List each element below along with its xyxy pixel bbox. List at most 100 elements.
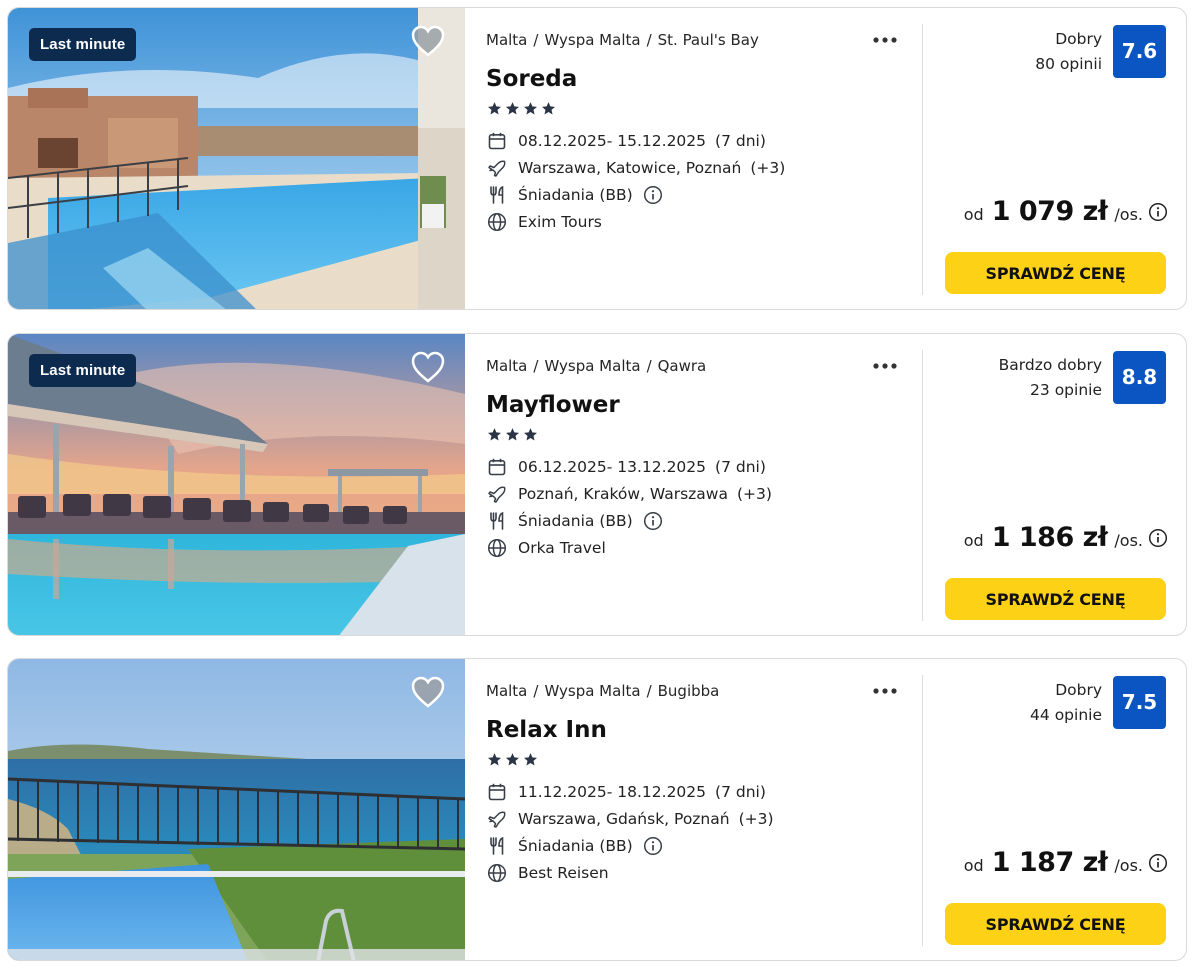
travel-dates: 08.12.2025- 15.12.2025 (7 dni) — [486, 130, 766, 152]
offer-info: Malta / Wyspa Malta / Qawra Mayflower 06… — [465, 334, 923, 635]
breadcrumb-separator: / — [533, 357, 539, 375]
more-departures-link[interactable]: (+3) — [739, 808, 774, 830]
departure-airports: Warszawa, Gdańsk, Poznań (+3) — [486, 808, 774, 830]
more-departures-link[interactable]: (+3) — [737, 483, 772, 505]
review-count[interactable]: 44 opinie — [1030, 703, 1102, 728]
hotel-photo[interactable] — [8, 659, 465, 960]
rating-label: Dobry — [1055, 681, 1102, 699]
operator-name: Best Reisen — [518, 864, 609, 882]
favorite-heart-icon[interactable] — [410, 24, 446, 58]
review-count[interactable]: 80 opinii — [1035, 52, 1102, 77]
hotel-name[interactable]: Mayflower — [486, 389, 620, 421]
price: od 1 187 zł /os. — [964, 847, 1168, 878]
departure-list: Poznań, Kraków, Warszawa — [518, 485, 728, 503]
travel-dates: 11.12.2025- 18.12.2025 (7 dni) — [486, 781, 766, 803]
star-icon — [488, 753, 501, 766]
check-price-button[interactable]: SPRAWDŹ CENĘ — [945, 252, 1166, 294]
calendar-icon — [486, 130, 508, 152]
rating-score: 7.5 — [1113, 676, 1166, 729]
star-icon — [488, 428, 501, 441]
operator-name: Orka Travel — [518, 539, 606, 557]
hotel-name[interactable]: Soreda — [486, 63, 577, 95]
fork-knife-icon — [486, 835, 508, 857]
globe-icon — [486, 537, 508, 559]
offer-info: Malta / Wyspa Malta / St. Paul's Bay Sor… — [465, 8, 923, 309]
breadcrumb-separator: / — [646, 31, 652, 49]
board-type: Śniadania (BB) — [486, 835, 663, 857]
more-departures-link[interactable]: (+3) — [750, 157, 785, 179]
price: od 1 079 zł /os. — [964, 196, 1168, 227]
favorite-heart-icon[interactable] — [410, 675, 446, 709]
price-prefix: od — [963, 856, 984, 875]
offer-card[interactable]: Last minute Malta / Wyspa Malta / St. Pa… — [7, 7, 1187, 310]
location-breadcrumb: Malta / Wyspa Malta / Bugibba — [486, 680, 719, 702]
rating-score: 7.6 — [1113, 25, 1166, 78]
offer-list: Last minute Malta / Wyspa Malta / St. Pa… — [0, 0, 1196, 970]
info-icon[interactable] — [643, 185, 663, 205]
location-breadcrumb: Malta / Wyspa Malta / St. Paul's Bay — [486, 29, 759, 51]
breadcrumb-country[interactable]: Malta — [486, 680, 527, 702]
price-panel: Dobry 80 opinii 7.6 od 1 079 zł /os. SPR… — [923, 8, 1186, 309]
breadcrumb-region[interactable]: Wyspa Malta — [544, 355, 640, 377]
breadcrumb-city[interactable]: Qawra — [658, 355, 707, 377]
board-type: Śniadania (BB) — [486, 510, 663, 532]
more-options-icon[interactable] — [870, 30, 900, 50]
info-icon[interactable] — [643, 836, 663, 856]
check-price-button[interactable]: SPRAWDŹ CENĘ — [945, 578, 1166, 620]
price-info-icon[interactable] — [1148, 853, 1168, 873]
check-price-button[interactable]: SPRAWDŹ CENĘ — [945, 903, 1166, 945]
board-type: Śniadania (BB) — [486, 184, 663, 206]
price-amount: 1 187 zł — [991, 847, 1108, 878]
breadcrumb-country[interactable]: Malta — [486, 355, 527, 377]
breadcrumb-separator: / — [646, 357, 652, 375]
breadcrumb-region[interactable]: Wyspa Malta — [544, 29, 640, 51]
breadcrumb-city[interactable]: St. Paul's Bay — [658, 29, 759, 51]
location-breadcrumb: Malta / Wyspa Malta / Qawra — [486, 355, 706, 377]
offer-card[interactable]: Malta / Wyspa Malta / Bugibba Relax Inn … — [7, 658, 1187, 961]
star-icon — [542, 102, 555, 115]
last-minute-badge: Last minute — [29, 28, 137, 61]
more-options-icon[interactable] — [870, 356, 900, 376]
info-icon[interactable] — [643, 511, 663, 531]
breadcrumb-city[interactable]: Bugibba — [658, 680, 720, 702]
trip-duration: (7 dni) — [715, 783, 766, 801]
star-icon — [524, 753, 537, 766]
plane-icon — [486, 483, 508, 505]
departure-list: Warszawa, Gdańsk, Poznań — [518, 810, 730, 828]
departure-airports: Warszawa, Katowice, Poznań (+3) — [486, 157, 785, 179]
travel-dates: 06.12.2025- 13.12.2025 (7 dni) — [486, 456, 766, 478]
board-label: Śniadania (BB) — [518, 512, 633, 530]
breadcrumb-separator: / — [533, 31, 539, 49]
star-rating — [487, 752, 538, 767]
price-panel: Dobry 44 opinie 7.5 od 1 187 zł /os. SPR… — [923, 659, 1186, 960]
globe-icon — [486, 211, 508, 233]
date-range: 11.12.2025- 18.12.2025 — [518, 783, 707, 801]
offer-card[interactable]: Last minute Malta / Wyspa Malta / Qawra … — [7, 333, 1187, 636]
favorite-heart-icon[interactable] — [410, 350, 446, 384]
price-info-icon[interactable] — [1148, 528, 1168, 548]
board-label: Śniadania (BB) — [518, 186, 633, 204]
price-amount: 1 079 zł — [991, 196, 1108, 227]
star-icon — [488, 102, 501, 115]
price: od 1 186 zł /os. — [964, 522, 1168, 553]
hotel-name[interactable]: Relax Inn — [486, 714, 607, 746]
hotel-photo[interactable]: Last minute — [8, 8, 465, 309]
hotel-photo[interactable]: Last minute — [8, 334, 465, 635]
fork-knife-icon — [486, 184, 508, 206]
breadcrumb-country[interactable]: Malta — [486, 29, 527, 51]
rating-label: Bardzo dobry — [998, 356, 1102, 374]
breadcrumb-separator: / — [533, 682, 539, 700]
more-options-icon[interactable] — [870, 681, 900, 701]
breadcrumb-region[interactable]: Wyspa Malta — [544, 680, 640, 702]
rating-score: 8.8 — [1113, 351, 1166, 404]
review-count[interactable]: 23 opinie — [1030, 378, 1102, 403]
price-info-icon[interactable] — [1148, 202, 1168, 222]
plane-icon — [486, 808, 508, 830]
fork-knife-icon — [486, 510, 508, 532]
trip-duration: (7 dni) — [715, 458, 766, 476]
price-prefix: od — [963, 531, 984, 550]
star-rating — [487, 101, 556, 116]
trip-duration: (7 dni) — [715, 132, 766, 150]
globe-icon — [486, 862, 508, 884]
offer-info: Malta / Wyspa Malta / Bugibba Relax Inn … — [465, 659, 923, 960]
